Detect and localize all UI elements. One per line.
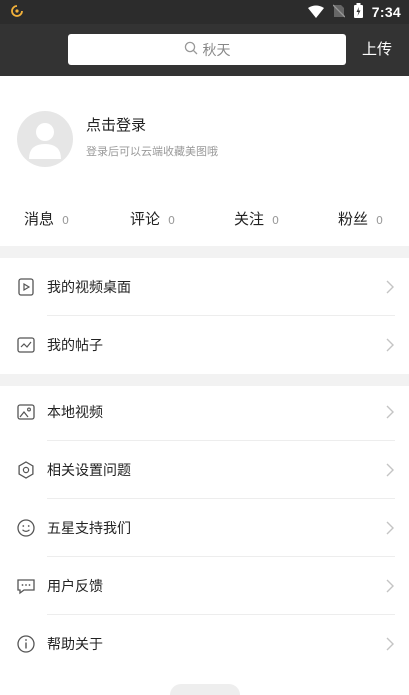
login-title[interactable]: 点击登录 [86,114,146,135]
app-notification-icon [10,3,24,22]
menu-item-five-star-support[interactable]: 五星支持我们 [0,499,409,557]
menu-item-my-posts[interactable]: 我的帖子 [0,316,409,374]
stat-label: 关注 [234,210,265,228]
stat-count: 0 [376,214,384,227]
menu-item-user-feedback[interactable]: 用户反馈 [0,557,409,615]
upload-button[interactable]: 上传 [362,38,392,59]
avatar[interactable] [17,111,73,167]
post-icon [16,335,36,355]
chevron-right-icon [385,279,395,295]
menu-item-settings-questions[interactable]: 相关设置问题 [0,441,409,499]
stat-label: 消息 [24,210,55,228]
chevron-right-icon [385,520,395,536]
menu-group-2: 本地视频 相关设置问题 五星支持我们 用户反馈 帮助关于 [0,383,409,673]
video-file-icon [16,277,36,297]
stat-fans[interactable]: 粉丝 0 [338,208,383,229]
menu-item-label: 用户反馈 [47,579,103,595]
status-time: 7:34 [371,4,401,20]
battery-icon [353,2,363,22]
menu-item-help-about[interactable]: 帮助关于 [0,615,409,673]
info-icon [16,634,36,654]
stat-count: 0 [62,214,70,227]
smile-icon [16,518,36,538]
chevron-right-icon [385,636,395,652]
menu-item-label: 五星支持我们 [47,521,131,537]
search-placeholder: 秋天 [202,42,231,59]
settings-icon [16,460,36,480]
search-icon [184,41,198,59]
login-profile-card[interactable]: 点击登录 登录后可以云端收藏美图哦 [0,76,409,196]
bottom-handle [170,684,240,695]
stat-following[interactable]: 关注 0 [234,208,279,229]
chevron-right-icon [385,462,395,478]
menu-item-label: 本地视频 [47,405,103,421]
status-bar: 7:34 [0,0,409,24]
menu-item-label: 帮助关于 [47,637,103,653]
stat-label: 粉丝 [338,210,369,228]
section-divider [0,246,409,258]
chevron-right-icon [385,578,395,594]
chevron-right-icon [385,337,395,353]
image-icon [16,402,36,422]
stat-comments[interactable]: 评论 0 [130,208,175,229]
no-sim-icon [332,3,346,22]
stat-count: 0 [168,214,176,227]
stat-label: 评论 [130,210,161,228]
menu-item-label: 我的帖子 [47,338,103,354]
login-subtitle: 登录后可以云端收藏美图哦 [86,145,218,158]
feedback-icon [16,576,36,596]
menu-item-local-video[interactable]: 本地视频 [0,383,409,441]
menu-item-label: 我的视频桌面 [47,280,131,296]
top-bar: 秋天 上传 [0,24,409,76]
profile-screen: 7:34 秋天 上传 点击登录 登录后可以云端收藏美图哦 消息 0 评论 0 关… [0,0,409,695]
menu-group-1: 我的视频桌面 我的帖子 [0,258,409,374]
chevron-right-icon [385,404,395,420]
menu-item-label: 相关设置问题 [47,463,131,479]
menu-item-my-video-desktop[interactable]: 我的视频桌面 [0,258,409,316]
search-input[interactable]: 秋天 [68,34,346,65]
stats-bar: 消息 0 评论 0 关注 0 粉丝 0 [0,196,409,244]
wifi-icon [307,3,324,22]
stat-count: 0 [272,214,280,227]
stat-messages[interactable]: 消息 0 [24,208,69,229]
